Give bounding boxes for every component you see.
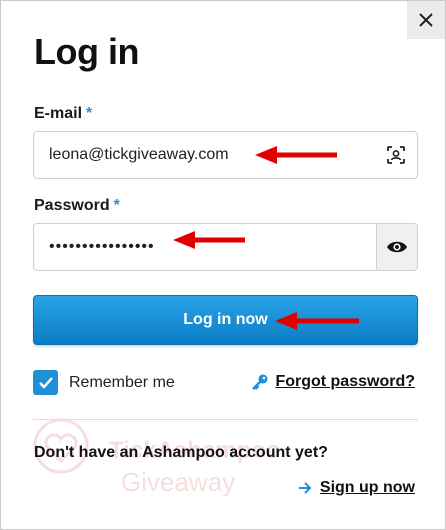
close-button[interactable] (407, 1, 445, 39)
annotation-arrow (173, 231, 245, 249)
remember-me-checkbox[interactable]: Remember me (33, 370, 175, 395)
forgot-password-label: Forgot password? (275, 373, 415, 390)
close-icon (419, 13, 433, 27)
sign-up-link[interactable]: Sign up now (298, 479, 415, 497)
signup-prompt: Don't have an Ashampoo account yet? (34, 444, 328, 461)
page-title: Log in (34, 31, 139, 72)
login-button-label: Log in now (183, 311, 268, 328)
password-label: Password * (34, 197, 120, 215)
required-mark: * (86, 105, 93, 122)
face-scan-icon (387, 146, 405, 164)
annotation-arrow (255, 146, 337, 164)
annotation-arrow (275, 312, 359, 330)
remember-me-label: Remember me (69, 373, 175, 391)
required-mark: * (113, 197, 120, 214)
email-label-text: E-mail (34, 105, 83, 122)
checkmark-icon (38, 376, 53, 389)
arrow-right-icon (298, 482, 312, 494)
email-field[interactable]: leona@tickgiveaway.com (33, 131, 418, 179)
checkbox[interactable] (33, 370, 58, 395)
key-icon (252, 374, 268, 390)
face-scan-button[interactable] (375, 132, 417, 178)
password-label-text: Password (34, 197, 110, 214)
show-password-button[interactable] (376, 224, 417, 270)
login-dialog: TickAshampoo Giveaway Log in E-mail * leo… (0, 0, 446, 530)
eye-icon (387, 241, 407, 253)
divider (33, 419, 418, 420)
watermark-line2: Giveaway (121, 467, 236, 497)
forgot-password-link[interactable]: Forgot password? (251, 373, 415, 391)
email-label: E-mail * (34, 105, 92, 123)
sign-up-label: Sign up now (319, 479, 415, 496)
